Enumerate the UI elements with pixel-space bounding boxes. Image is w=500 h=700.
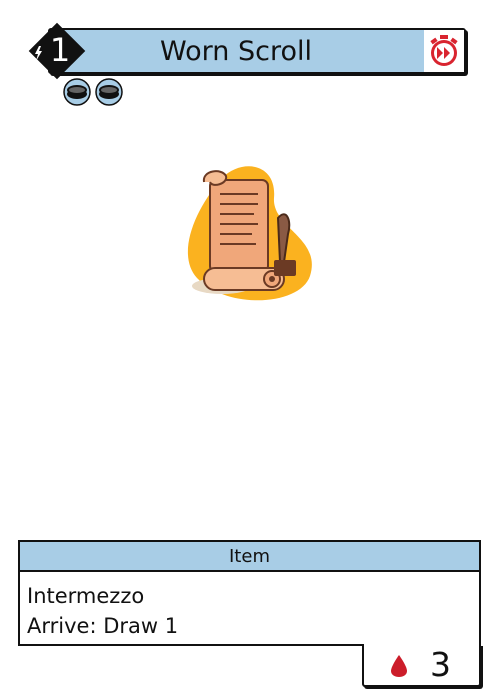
ability-keyword: Intermezzo	[27, 584, 145, 608]
ability-text: Intermezzo Arrive: Draw 1	[20, 572, 479, 641]
card-type: Item	[20, 542, 479, 572]
life-box: 3	[362, 644, 481, 687]
scroll-with-quill-illustration	[187, 166, 312, 301]
cost-value: 1	[49, 31, 71, 69]
title-bar: Worn Scroll	[48, 28, 466, 74]
life-value: 3	[430, 645, 451, 684]
rules-text-box: Item Intermezzo Arrive: Draw 1	[18, 540, 481, 646]
fast-forward-stopwatch-icon	[430, 35, 458, 66]
token-row	[62, 78, 124, 106]
card-name: Worn Scroll	[160, 35, 312, 67]
ability-effect: Arrive: Draw 1	[27, 614, 179, 638]
blood-drop-icon	[391, 655, 407, 677]
coin-icon	[63, 78, 91, 106]
coin-icon	[95, 78, 123, 106]
speed-indicator	[424, 30, 464, 72]
